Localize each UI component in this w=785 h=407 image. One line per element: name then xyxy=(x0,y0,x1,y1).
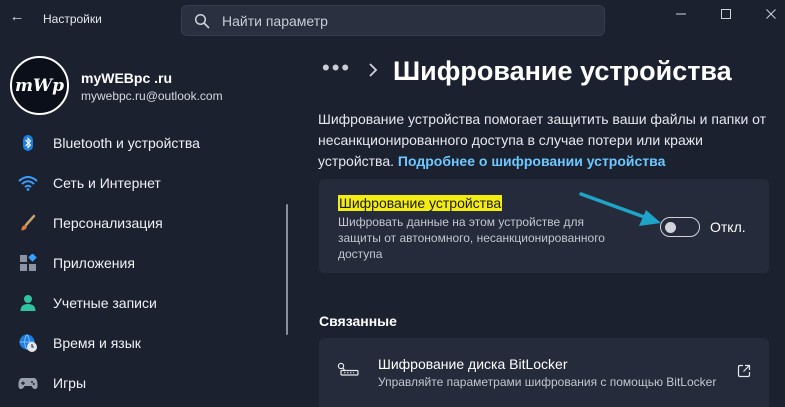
minimize-button[interactable] xyxy=(658,0,704,28)
wifi-icon xyxy=(18,173,38,193)
apps-icon xyxy=(18,253,38,273)
settings-window: ← Настройки mWp myWEBpc .ru mywebpc.ru@o… xyxy=(0,0,785,407)
annotation-arrow-icon xyxy=(579,192,661,226)
sidebar-item-label: Персонализация xyxy=(53,215,163,231)
user-name: myWEBpc .ru xyxy=(81,70,173,86)
globe-clock-icon xyxy=(18,333,38,353)
search-box[interactable] xyxy=(181,5,605,36)
maximize-button[interactable] xyxy=(703,0,749,28)
encryption-card-title: Шифрование устройства xyxy=(338,195,503,211)
search-input[interactable] xyxy=(222,12,582,30)
bluetooth-icon xyxy=(18,133,38,153)
avatar-text: mWp xyxy=(15,75,64,96)
bitlocker-description: Управляйте параметрами шифрования с помо… xyxy=(378,375,717,389)
close-icon xyxy=(766,9,776,19)
sidebar-scrollbar[interactable] xyxy=(286,204,288,335)
learn-more-link[interactable]: Подробнее о шифровании устройства xyxy=(398,153,665,169)
bitlocker-title: Шифрование диска BitLocker xyxy=(378,356,568,372)
minimize-icon xyxy=(676,13,686,15)
sidebar-item-label: Игры xyxy=(53,375,87,391)
sidebar-item-time-language[interactable]: Время и язык xyxy=(4,325,274,361)
related-heading: Связанные xyxy=(319,313,397,329)
toggle-state-label: Откл. xyxy=(710,219,746,235)
maximize-icon xyxy=(721,9,731,19)
app-title: Настройки xyxy=(43,12,102,26)
description-line: Шифрование устройства помогает защитить … xyxy=(318,111,767,127)
description-line: несанкционированного доступа в случае по… xyxy=(318,132,703,148)
bitlocker-key-icon xyxy=(337,362,359,376)
sidebar-item-network[interactable]: Сеть и Интернет xyxy=(4,165,274,201)
search-icon xyxy=(194,13,210,29)
description-line: устройства. xyxy=(318,153,398,169)
brush-icon xyxy=(18,213,38,233)
bitlocker-card[interactable]: Шифрование диска BitLocker Управляйте па… xyxy=(319,338,769,407)
gamepad-icon xyxy=(18,373,38,393)
avatar[interactable]: mWp xyxy=(10,56,69,115)
page-description: Шифрование устройства помогает защитить … xyxy=(318,109,778,172)
sidebar-item-label: Время и язык xyxy=(53,335,141,351)
close-button[interactable] xyxy=(748,0,785,28)
sidebar-item-label: Учетные записи xyxy=(53,295,157,311)
chevron-right-icon xyxy=(369,63,378,77)
sidebar-item-apps[interactable]: Приложения xyxy=(4,245,274,281)
person-icon xyxy=(18,293,38,313)
sidebar-item-personalization[interactable]: Персонализация xyxy=(4,205,274,241)
sidebar-item-label: Сеть и Интернет xyxy=(53,175,161,191)
device-encryption-card: Шифрование устройства Шифровать данные н… xyxy=(319,179,769,273)
sidebar-item-accounts[interactable]: Учетные записи xyxy=(4,285,274,321)
open-external-icon[interactable] xyxy=(737,364,751,378)
breadcrumb-more[interactable]: ••• xyxy=(322,57,351,79)
sidebar-item-gaming[interactable]: Игры xyxy=(4,365,274,401)
sidebar-item-label: Приложения xyxy=(53,255,135,271)
back-button[interactable]: ← xyxy=(8,8,26,26)
sidebar-item-bluetooth[interactable]: Bluetooth и устройства xyxy=(4,125,274,161)
user-email: mywebpc.ru@outlook.com xyxy=(81,89,223,103)
sidebar-item-label: Bluetooth и устройства xyxy=(53,135,200,151)
page-title: Шифрование устройства xyxy=(393,56,732,86)
